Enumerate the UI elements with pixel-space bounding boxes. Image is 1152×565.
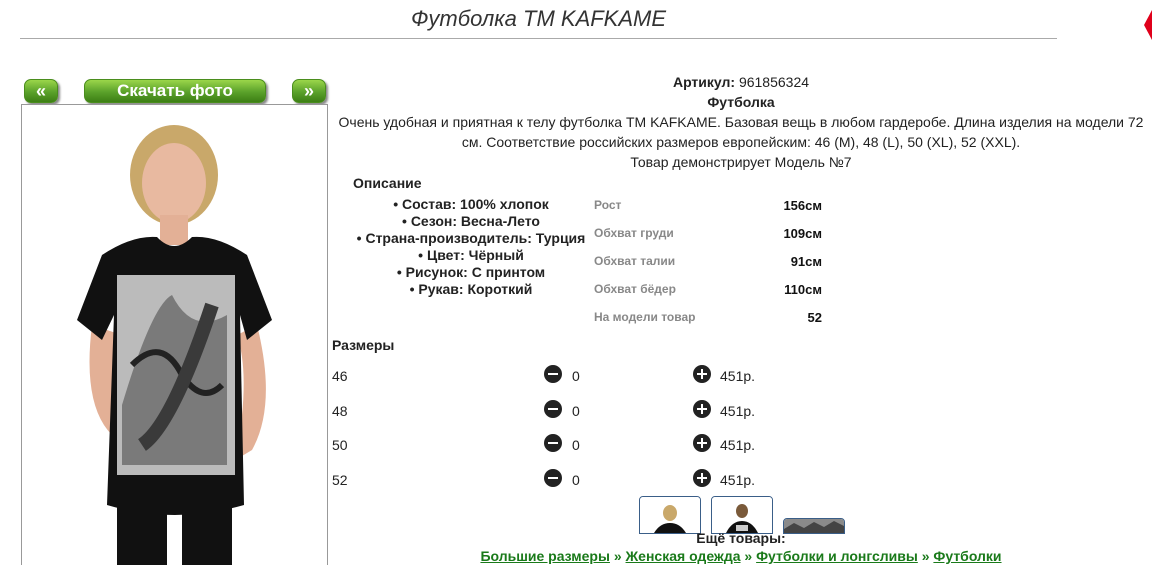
minus-icon[interactable] <box>544 469 562 487</box>
quantity-value: 0 <box>572 437 580 453</box>
quantity-value: 0 <box>572 403 580 419</box>
corner-logo-icon <box>1144 10 1152 40</box>
minus-icon[interactable] <box>544 365 562 383</box>
plus-icon[interactable] <box>693 469 711 487</box>
property-item: • Состав: 100% хлопок <box>393 196 549 212</box>
measure-label: Обхват груди <box>594 226 674 240</box>
measure-row: Рост 156см <box>594 196 824 224</box>
price-value: 451р. <box>720 472 756 488</box>
next-photo-button[interactable]: » <box>292 79 326 103</box>
measure-label: Рост <box>594 198 622 212</box>
related-thumbnail[interactable] <box>711 496 773 534</box>
size-row-52: 52 0 451р. <box>332 468 772 492</box>
measure-row: Обхват талии 91см <box>594 252 824 280</box>
measure-label: На модели товар <box>594 310 696 324</box>
measure-value: 110см <box>784 282 822 297</box>
property-item: • Сезон: Весна-Лето <box>402 213 540 229</box>
quantity-value: 0 <box>572 368 580 384</box>
breadcrumb-separator: » <box>613 548 622 564</box>
measure-value: 52 <box>807 310 822 325</box>
sizes-heading: Размеры <box>332 337 395 353</box>
measure-row: На модели товар 52 <box>594 308 824 336</box>
article-line: Артикул: 961856324 <box>330 72 1152 92</box>
article-label: Артикул: <box>672 74 736 90</box>
measure-value: 156см <box>783 198 822 213</box>
size-name: 48 <box>332 403 348 419</box>
plus-icon[interactable] <box>693 434 711 452</box>
property-item: • Рисунок: С принтом <box>396 264 546 280</box>
size-name: 46 <box>332 368 348 384</box>
product-description: Очень удобная и приятная к телу футболка… <box>338 114 1144 150</box>
breadcrumb-link[interactable]: Футболки <box>933 548 1001 564</box>
breadcrumb-link[interactable]: Большие размеры <box>480 548 610 564</box>
price-value: 451р. <box>720 437 756 453</box>
size-row-48: 48 0 451р. <box>332 399 772 423</box>
size-row-46: 46 0 451р. <box>332 364 772 388</box>
price-value: 451р. <box>720 368 756 384</box>
plus-icon[interactable] <box>693 365 711 383</box>
related-thumbnail[interactable] <box>639 496 701 534</box>
breadcrumb-separator: » <box>921 548 930 564</box>
property-item: • Рукав: Короткий <box>409 281 533 297</box>
quantity-value: 0 <box>572 472 580 488</box>
minus-icon[interactable] <box>544 434 562 452</box>
minus-icon[interactable] <box>544 400 562 418</box>
download-photo-button[interactable]: Скачать фото <box>84 79 266 103</box>
plus-icon[interactable] <box>693 400 711 418</box>
size-name: 50 <box>332 437 348 453</box>
size-name: 52 <box>332 472 348 488</box>
breadcrumb-link[interactable]: Футболки и лонгсливы <box>756 548 918 564</box>
measure-label: Обхват бёдер <box>594 282 676 296</box>
model-note: Товар демонстрирует Модель №7 <box>630 154 852 170</box>
article-value: 961856324 <box>738 74 810 90</box>
prev-photo-button[interactable]: « <box>24 79 58 103</box>
measure-label: Обхват талии <box>594 254 676 268</box>
measure-value: 109см <box>783 226 822 241</box>
size-row-50: 50 0 451р. <box>332 433 772 457</box>
description-heading: Описание <box>353 175 422 191</box>
model-measurements: Рост 156см Обхват груди 109см Обхват тал… <box>594 196 824 336</box>
product-type: Футболка <box>707 94 775 110</box>
breadcrumb-separator: » <box>744 548 753 564</box>
measure-row: Обхват груди 109см <box>594 224 824 252</box>
measure-value: 91см <box>790 254 822 269</box>
measure-row: Обхват бёдер 110см <box>594 280 824 308</box>
property-item: • Цвет: Чёрный <box>418 247 524 263</box>
price-value: 451р. <box>720 403 756 419</box>
breadcrumb-link[interactable]: Женская одежда <box>626 548 741 564</box>
more-products-heading: Ещё товары: <box>696 530 786 546</box>
property-item: • Страна-производитель: Турция <box>356 230 586 246</box>
properties-list: • Состав: 100% хлопок • Сезон: Весна-Лет… <box>340 196 602 298</box>
category-breadcrumbs: Большие размеры » Женская одежда » Футбо… <box>330 548 1152 564</box>
product-photo[interactable] <box>21 104 328 565</box>
page-title: Футболка TM KAFKAME <box>20 6 1057 39</box>
